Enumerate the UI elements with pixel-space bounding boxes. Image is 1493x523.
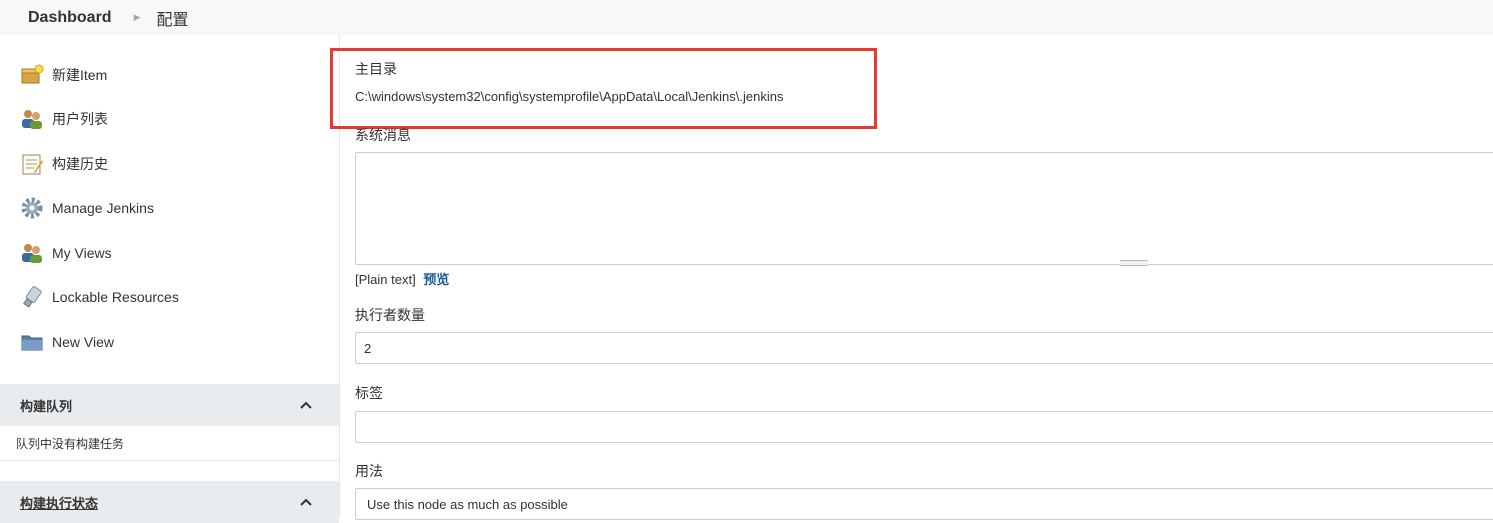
usb-drive-icon (20, 285, 44, 309)
chevron-up-icon[interactable] (297, 493, 315, 511)
usage-label: 用法 (355, 463, 383, 479)
system-message-textarea[interactable] (355, 152, 1493, 266)
markup-format-note: [Plain text] 预览 (355, 269, 449, 288)
sidebar-item-label: Lockable Resources (52, 289, 179, 305)
markup-format: [Plain text] (355, 272, 416, 287)
build-queue-body: 队列中没有构建任务 (0, 426, 339, 461)
sidebar-item-new-item[interactable]: 新建Item (20, 62, 107, 88)
config-form: 主目录 C:\windows\system32\config\systempro… (330, 35, 1493, 520)
sidebar-item-label: My Views (52, 245, 112, 261)
new-item-icon (20, 63, 44, 87)
gear-icon (20, 196, 44, 220)
executor-status-header: 构建执行状态 (0, 481, 339, 523)
notepad-icon (20, 152, 44, 176)
sidebar-item-label: 用户列表 (52, 111, 108, 127)
labels-label: 标签 (355, 385, 383, 401)
chevron-up-icon[interactable] (297, 396, 315, 414)
breadcrumb: Dashboard ▶ 配置 (0, 0, 1493, 35)
sidebar-item-lockable-resources[interactable]: Lockable Resources (20, 284, 179, 310)
sidebar-item-my-views[interactable]: My Views (20, 240, 112, 266)
sidebar-item-label: Manage Jenkins (52, 200, 154, 216)
sidebar-item-users[interactable]: 用户列表 (20, 106, 108, 132)
build-queue-empty-text: 队列中没有构建任务 (16, 436, 125, 451)
usage-select[interactable]: Use this node as much as possible (355, 488, 1493, 520)
sidebar-item-label: 构建历史 (52, 156, 108, 172)
labels-input[interactable] (355, 411, 1493, 443)
executors-input[interactable]: 2 (355, 332, 1493, 364)
caret-right-icon[interactable]: ▶ (134, 12, 141, 23)
sidebar-item-label: 新建Item (52, 67, 108, 83)
sidebar-item-manage-jenkins[interactable]: Manage Jenkins (20, 195, 154, 221)
sidebar: 新建Item 用户列表 构建历史 Manage Jenkins My Views… (0, 35, 340, 523)
executors-label: 执行者数量 (355, 307, 425, 323)
breadcrumb-current[interactable]: 配置 (157, 6, 189, 30)
highlight-box (330, 48, 877, 129)
sidebar-item-new-view[interactable]: New View (20, 329, 114, 355)
users-icon (20, 107, 44, 131)
breadcrumb-dashboard-link[interactable]: Dashboard (28, 9, 112, 27)
preview-link[interactable]: 预览 (423, 272, 449, 287)
system-message-label: 系统消息 (355, 127, 411, 143)
executor-status-title[interactable]: 构建执行状态 (20, 493, 98, 512)
build-queue-header: 构建队列 (0, 384, 339, 426)
textarea-resize-handle[interactable] (1120, 260, 1148, 266)
build-queue-title[interactable]: 构建队列 (20, 396, 72, 415)
sidebar-item-build-history[interactable]: 构建历史 (20, 151, 108, 177)
folder-icon (20, 330, 44, 354)
sidebar-item-label: New View (52, 334, 114, 350)
users-icon (20, 241, 44, 265)
